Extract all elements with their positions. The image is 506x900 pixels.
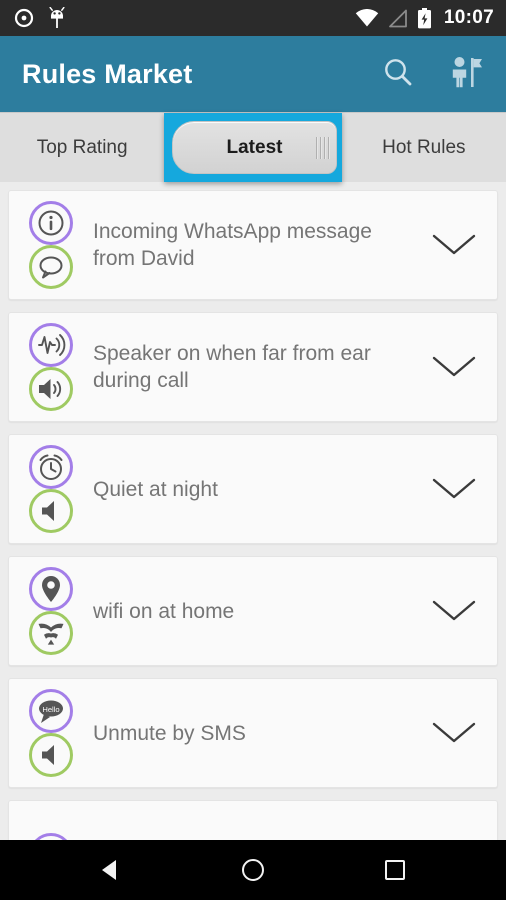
sms-hello-bubble-icon: Hello <box>29 689 73 733</box>
proximity-wave-icon <box>29 323 73 367</box>
rule-icons <box>23 445 79 533</box>
chevron-down-icon <box>432 722 476 743</box>
status-bar: 10:07 <box>0 0 506 36</box>
speaker-mute-icon <box>29 733 73 777</box>
tab-hot-rules[interactable]: Hot Rules <box>342 113 506 182</box>
list-item[interactable]: Quiet at night <box>8 434 498 544</box>
rules-list[interactable]: Incoming WhatsApp message from David Spe… <box>0 182 506 840</box>
chevron-down-icon <box>432 478 476 499</box>
rule-icons <box>23 567 79 655</box>
rule-icons <box>23 323 79 411</box>
home-button[interactable] <box>221 840 285 900</box>
expand-button[interactable] <box>427 476 481 502</box>
apps-grid-icon <box>29 833 73 840</box>
phone-screen: 10:07 Rules Market Top Rating Latest Hot… <box>0 0 506 900</box>
chevron-down-icon <box>432 234 476 255</box>
wifi-icon <box>29 611 73 655</box>
record-target-icon <box>14 8 34 28</box>
circle-icon <box>242 859 264 881</box>
chevron-down-icon <box>432 600 476 621</box>
alarm-clock-icon <box>29 445 73 489</box>
recents-button[interactable] <box>363 840 427 900</box>
back-button[interactable] <box>79 840 143 900</box>
expand-button[interactable] <box>427 354 481 380</box>
rule-title: wifi on at home <box>93 599 235 623</box>
speech-bubble-icon <box>29 245 73 289</box>
tab-drag-handle-icon[interactable] <box>315 136 330 159</box>
cell-signal-icon <box>388 9 408 28</box>
triangle-left-icon <box>102 860 116 880</box>
rule-title: Unmute by SMS <box>93 721 246 745</box>
app-bar: Rules Market <box>0 36 506 112</box>
list-item[interactable]: wifi on at home <box>8 556 498 666</box>
android-nav-bar <box>0 840 506 900</box>
tab-latest[interactable]: Latest <box>164 113 342 182</box>
location-pin-icon <box>29 567 73 611</box>
list-item[interactable] <box>8 800 498 840</box>
info-icon <box>29 201 73 245</box>
app-bar-actions <box>376 52 488 96</box>
rule-icons <box>23 833 79 840</box>
rule-title: Incoming WhatsApp message from David <box>93 220 372 270</box>
list-item[interactable]: Hello Unmute by SMS <box>8 678 498 788</box>
status-bar-left-icons <box>14 7 66 29</box>
tab-top-rating[interactable]: Top Rating <box>0 113 164 182</box>
rule-icons: Hello <box>23 689 79 777</box>
wifi-icon <box>355 8 379 28</box>
status-bar-clock: 10:07 <box>443 7 494 28</box>
speaker-mute-icon <box>29 489 73 533</box>
tab-bar: Top Rating Latest Hot Rules <box>0 112 506 182</box>
speaker-loud-icon <box>29 367 73 411</box>
square-icon <box>385 860 405 880</box>
tab-top-rating-label: Top Rating <box>36 136 128 158</box>
page-title: Rules Market <box>22 58 193 89</box>
contribute-button[interactable] <box>444 52 488 96</box>
search-button[interactable] <box>376 52 420 96</box>
rule-title: Quiet at night <box>93 477 218 501</box>
tab-latest-label: Latest <box>226 136 283 158</box>
tab-latest-pill: Latest <box>172 121 337 174</box>
expand-button[interactable] <box>427 720 481 746</box>
battery-charging-icon <box>417 7 432 29</box>
expand-button[interactable] <box>427 598 481 624</box>
person-flag-icon <box>449 55 483 94</box>
chevron-down-icon <box>432 356 476 377</box>
tab-hot-rules-label: Hot Rules <box>382 136 466 158</box>
expand-button[interactable] <box>427 232 481 258</box>
android-bug-pin-icon <box>48 7 66 29</box>
list-item[interactable]: Speaker on when far from ear during call <box>8 312 498 422</box>
rule-title: Speaker on when far from ear during call <box>93 342 371 392</box>
rule-icons <box>23 201 79 289</box>
search-icon <box>382 56 414 93</box>
svg-text:Hello: Hello <box>42 705 59 714</box>
status-bar-right-icons: 10:07 <box>355 7 494 29</box>
list-item[interactable]: Incoming WhatsApp message from David <box>8 190 498 300</box>
